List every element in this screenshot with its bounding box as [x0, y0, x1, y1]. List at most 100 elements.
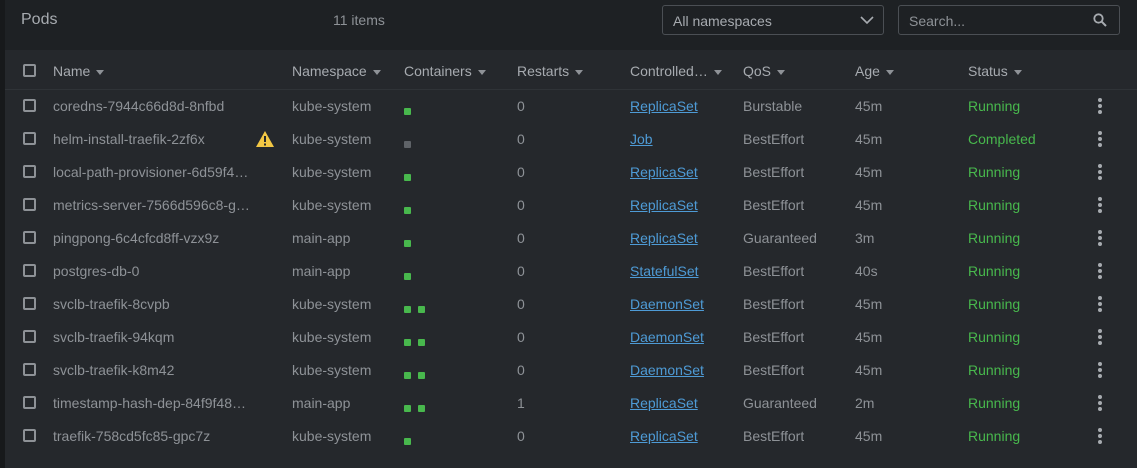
pod-namespace: kube-system	[292, 362, 372, 378]
controlled-by-link[interactable]: DaemonSet	[630, 296, 704, 312]
pod-restarts: 0	[517, 197, 525, 213]
table-row[interactable]: metrics-server-7566d596c8-g… kube-system 0…	[5, 188, 1137, 221]
table-row[interactable]: helm-install-traefik-2zf6x kube-system 0 Jo…	[5, 122, 1137, 155]
column-header-name[interactable]: Name	[53, 63, 105, 79]
pod-age: 3m	[855, 230, 875, 246]
pod-namespace: kube-system	[292, 197, 372, 213]
column-header-namespace[interactable]: Namespace	[292, 63, 381, 79]
column-header-age[interactable]: Age	[855, 63, 894, 79]
row-menu-icon[interactable]	[1098, 296, 1102, 312]
row-checkbox[interactable]	[23, 330, 36, 343]
row-menu-icon[interactable]	[1098, 329, 1102, 345]
row-menu-icon[interactable]	[1098, 131, 1102, 147]
row-menu-icon[interactable]	[1098, 395, 1102, 411]
row-checkbox[interactable]	[23, 165, 36, 178]
table-row[interactable]: timestamp-hash-dep-84f9f48… main-app 1 Repl…	[5, 386, 1137, 419]
pod-restarts: 0	[517, 428, 525, 444]
container-status-dot[interactable]	[418, 339, 425, 346]
table-row[interactable]: traefik-758cd5fc85-gpc7z kube-system 0 Repl…	[5, 419, 1137, 452]
column-header-controlled-by[interactable]: Controlled…	[630, 63, 722, 79]
container-status-dot[interactable]	[404, 174, 411, 181]
row-checkbox[interactable]	[23, 198, 36, 211]
row-menu-icon[interactable]	[1098, 362, 1102, 378]
controlled-by-link[interactable]: ReplicaSet	[630, 197, 698, 213]
controlled-by-link[interactable]: ReplicaSet	[630, 98, 698, 114]
warning-icon[interactable]	[255, 130, 275, 148]
row-checkbox[interactable]	[23, 231, 36, 244]
table-row[interactable]: postgres-db-0 main-app 0 StatefulSet BestEff…	[5, 254, 1137, 287]
pod-name: svclb-traefik-8cvpb	[53, 296, 170, 312]
controlled-by-link[interactable]: StatefulSet	[630, 263, 699, 279]
row-checkbox[interactable]	[23, 396, 36, 409]
pod-name: metrics-server-7566d596c8-g…	[53, 197, 248, 213]
pod-name: coredns-7944c66d8d-8nfbd	[53, 98, 225, 114]
container-status-dot[interactable]	[418, 306, 425, 313]
container-status-dot[interactable]	[418, 405, 425, 412]
row-checkbox[interactable]	[23, 132, 36, 145]
row-menu-icon[interactable]	[1098, 230, 1102, 246]
namespace-select[interactable]: All namespaces	[662, 5, 884, 35]
container-status-dot[interactable]	[404, 141, 411, 148]
sort-icon	[713, 69, 722, 75]
pod-status: Running	[968, 395, 1021, 411]
container-status-dot[interactable]	[404, 339, 411, 346]
container-status	[404, 300, 432, 316]
container-status-dot[interactable]	[404, 207, 411, 214]
pod-age: 45m	[855, 329, 883, 345]
row-checkbox[interactable]	[23, 429, 36, 442]
row-checkbox[interactable]	[23, 264, 36, 277]
controlled-by-link[interactable]: ReplicaSet	[630, 428, 698, 444]
container-status	[404, 201, 418, 217]
pod-age: 45m	[855, 296, 883, 312]
container-status-dot[interactable]	[404, 438, 411, 445]
container-status-dot[interactable]	[404, 306, 411, 313]
column-header-qos[interactable]: QoS	[743, 63, 786, 79]
row-checkbox[interactable]	[23, 297, 36, 310]
search-input[interactable]: Search...	[898, 5, 1120, 35]
column-header-containers[interactable]: Containers	[404, 63, 486, 79]
container-status	[404, 432, 418, 448]
column-header-restarts[interactable]: Restarts	[517, 63, 584, 79]
pod-status: Running	[968, 263, 1021, 279]
table-row[interactable]: svclb-traefik-8cvpb kube-system 0 DaemonSet…	[5, 287, 1137, 320]
pod-namespace: main-app	[292, 263, 351, 279]
sort-icon	[1013, 69, 1022, 75]
select-all-checkbox[interactable]	[23, 64, 36, 77]
container-status-dot[interactable]	[404, 108, 411, 115]
pod-status: Running	[968, 296, 1021, 312]
controlled-by-link[interactable]: DaemonSet	[630, 329, 704, 345]
row-menu-icon[interactable]	[1098, 428, 1102, 444]
controlled-by-link[interactable]: ReplicaSet	[630, 164, 698, 180]
container-status-dot[interactable]	[404, 273, 411, 280]
row-menu-icon[interactable]	[1098, 197, 1102, 213]
controlled-by-link[interactable]: ReplicaSet	[630, 395, 698, 411]
container-status	[404, 399, 432, 415]
row-menu-icon[interactable]	[1098, 263, 1102, 279]
controlled-by-link[interactable]: Job	[630, 131, 653, 147]
pod-qos: Guaranteed	[743, 230, 817, 246]
row-menu-icon[interactable]	[1098, 98, 1102, 114]
table-row[interactable]: pingpong-6c4cfcd8ff-vzx9z main-app 0 Replic…	[5, 221, 1137, 254]
pod-status: Running	[968, 98, 1021, 114]
table-row[interactable]: svclb-traefik-94kqm kube-system 0 DaemonSet…	[5, 320, 1137, 353]
controlled-by-link[interactable]: ReplicaSet	[630, 230, 698, 246]
chevron-down-icon	[860, 16, 874, 25]
container-status-dot[interactable]	[404, 372, 411, 379]
container-status-dot[interactable]	[418, 372, 425, 379]
row-checkbox[interactable]	[23, 363, 36, 376]
table-row[interactable]: coredns-7944c66d8d-8nfbd kube-system 0 Repl…	[5, 89, 1137, 122]
page-title: Pods	[21, 11, 58, 28]
pod-qos: BestEffort	[743, 197, 805, 213]
page-header: Pods 11 items All namespaces Search...	[5, 0, 1137, 50]
table-row[interactable]: svclb-traefik-k8m42 kube-system 0 DaemonSet…	[5, 353, 1137, 386]
table-row[interactable]: local-path-provisioner-6d59f4… kube-syste…	[5, 155, 1137, 188]
container-status-dot[interactable]	[404, 405, 411, 412]
pod-status: Running	[968, 362, 1021, 378]
pod-qos: Burstable	[743, 98, 803, 114]
row-checkbox[interactable]	[23, 99, 36, 112]
pod-restarts: 0	[517, 98, 525, 114]
controlled-by-link[interactable]: DaemonSet	[630, 362, 704, 378]
row-menu-icon[interactable]	[1098, 164, 1102, 180]
column-header-status[interactable]: Status	[968, 63, 1022, 79]
container-status-dot[interactable]	[404, 240, 411, 247]
